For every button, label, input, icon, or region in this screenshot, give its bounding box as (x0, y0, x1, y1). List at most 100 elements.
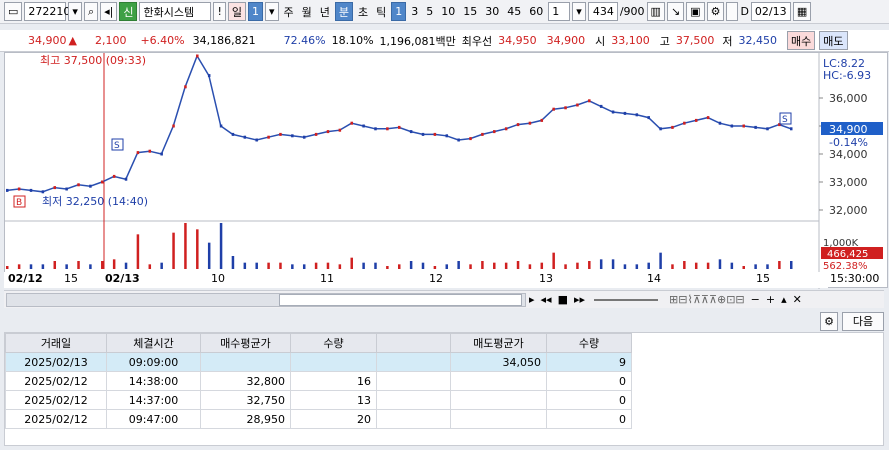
interval-15[interactable]: 15 (460, 2, 480, 21)
low-annotation: 최저 32,250 (14:40) (42, 195, 148, 208)
up-triangle-icon: ▲ (68, 34, 77, 47)
price-point (148, 149, 152, 153)
interval-5[interactable]: 5 (423, 2, 436, 21)
interval-60[interactable]: 60 (526, 2, 546, 21)
tab-tick[interactable]: 틱 (373, 2, 389, 21)
price-point (706, 116, 710, 120)
tab-minute[interactable]: 분 (334, 2, 354, 21)
volume-bar (386, 266, 389, 269)
scroll-track[interactable] (6, 292, 526, 307)
interval-1[interactable]: 1 (391, 2, 407, 21)
price-chart[interactable]: 36,00035,00034,00033,00032,000 최고 37,500… (4, 52, 888, 289)
price-point (350, 121, 353, 125)
chart-type-icon[interactable]: ▥ (646, 2, 665, 21)
interval-3[interactable]: 3 (408, 2, 421, 21)
price-point (243, 135, 247, 139)
stop-icon[interactable]: ■ (555, 290, 571, 309)
volume-bar (53, 261, 57, 269)
price-point (101, 180, 104, 184)
zoom-slider[interactable] (594, 298, 659, 301)
scroll-thumb[interactable] (279, 293, 522, 306)
calendar-icon[interactable]: ▦ (792, 2, 812, 21)
y-tick-label: 32,000 (829, 204, 868, 217)
chart-svg: 36,00035,00034,00033,00032,000 최고 37,500… (5, 53, 883, 289)
cell (376, 409, 451, 429)
date-checkbox[interactable] (726, 2, 739, 21)
gear-icon[interactable]: ⚙ (706, 2, 725, 21)
price-point (611, 110, 615, 114)
open-label: 시 (595, 34, 606, 48)
price-point (172, 124, 175, 128)
volume-bar (611, 259, 615, 269)
bang-button[interactable]: ! (213, 2, 226, 21)
table-row[interactable]: 2025/02/12 09:47:00 28,950 20 0 (5, 409, 632, 429)
tab-second[interactable]: 초 (355, 2, 371, 21)
volume-bar (338, 264, 342, 269)
volume-bar (314, 262, 318, 269)
rewind-icon[interactable]: ◂◂ (538, 290, 555, 309)
sell-button[interactable]: 매도 (819, 31, 848, 50)
high-label: 고 (659, 34, 670, 48)
stock-code-input[interactable]: 272210 (24, 2, 70, 21)
play-icon[interactable]: ▸▸ (571, 290, 588, 309)
minus-icon[interactable]: − (748, 290, 763, 309)
period-day-button[interactable]: 일 (227, 2, 247, 21)
volume-bar (302, 264, 306, 269)
volume-bar (267, 262, 270, 269)
period-dropdown[interactable]: ▾ (265, 2, 279, 21)
table-row[interactable]: 2025/02/13 09:09:00 34,050 9 (5, 352, 632, 372)
interval-30[interactable]: 30 (482, 2, 502, 21)
cell (450, 409, 547, 429)
volume-bar (564, 264, 567, 269)
tab-week[interactable]: 주 (281, 2, 297, 21)
indicator-icon[interactable]: ↘ (666, 2, 685, 21)
price-change: 2,100 (94, 34, 127, 47)
price-point (433, 132, 437, 136)
search-icon[interactable]: ⌕ (83, 2, 99, 21)
gear-icon[interactable]: ⚙ (820, 311, 838, 331)
plus-icon[interactable]: + (763, 290, 778, 309)
price-point (338, 128, 342, 132)
volume-bar (89, 264, 92, 269)
price-point (302, 135, 306, 139)
trade-table: 거래일 체결시간 매수평균가 수량 매도평균가 수량 2025/02/13 09… (4, 332, 884, 446)
table-row[interactable]: 2025/02/12 14:37:00 32,750 13 0 (5, 390, 632, 410)
interval-dropdown[interactable]: ▾ (572, 2, 586, 21)
save-icon[interactable]: ▣ (686, 2, 705, 21)
price-point (635, 113, 639, 117)
volume-bar (231, 256, 235, 269)
count-input[interactable]: 434 (587, 2, 618, 21)
volume-bar (101, 261, 104, 269)
buy-button[interactable]: 매수 (787, 31, 816, 50)
date-input[interactable]: 02/13 (750, 2, 791, 21)
interval-input[interactable]: 1 (548, 2, 571, 21)
price-point (124, 177, 128, 181)
interval-45[interactable]: 45 (504, 2, 524, 21)
collapse-icon[interactable]: ▴ (778, 290, 790, 309)
table-header: 거래일 체결시간 매수평균가 수량 매도평균가 수량 (5, 333, 632, 353)
volume-icon[interactable]: ◂| (100, 2, 118, 21)
price-point (386, 127, 389, 131)
price-point (671, 125, 674, 129)
low-price: 32,450 (738, 34, 778, 47)
price-point (457, 138, 460, 142)
cell: 2025/02/12 (5, 371, 107, 391)
tab-year[interactable]: 년 (317, 2, 333, 21)
volume-bar (136, 234, 140, 269)
high-annotation: 최고 37,500 (09:33) (40, 54, 146, 67)
price-point (493, 130, 496, 134)
price-point (398, 125, 401, 129)
tools-icon[interactable]: ⊞⊟⌇⊼⊼⊼⊕⊡⊟ (666, 290, 748, 309)
next-button[interactable]: 다음 (842, 311, 884, 331)
close-icon[interactable]: ✕ (790, 290, 805, 309)
period-value[interactable]: 1 (248, 2, 264, 21)
interval-10[interactable]: 10 (438, 2, 458, 21)
window-icon[interactable]: ▭ (4, 2, 23, 21)
table-row[interactable]: 2025/02/12 14:38:00 32,800 16 0 (5, 371, 632, 391)
chart-scrollbar[interactable]: ▸ ◂◂ ■ ▸▸ ⊞⊟⌇⊼⊼⊼⊕⊡⊟ − + ▴ ✕ (4, 290, 884, 308)
dropdown-caret[interactable]: ▾ (68, 2, 82, 21)
price-point (136, 151, 140, 155)
price-point (65, 187, 68, 191)
tab-month[interactable]: 월 (299, 2, 315, 21)
scroll-right-icon[interactable]: ▸ (526, 290, 538, 309)
